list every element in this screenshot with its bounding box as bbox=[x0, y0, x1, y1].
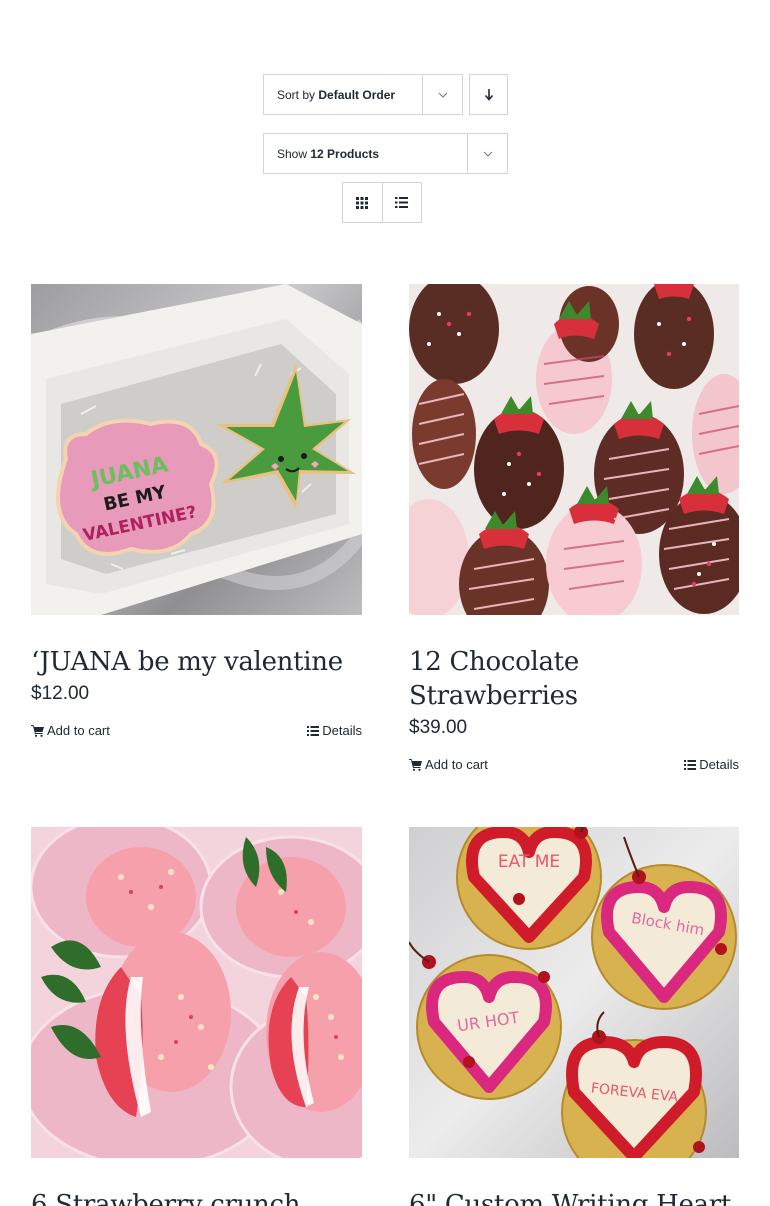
chevron-down-icon bbox=[467, 134, 507, 173]
product-card: 6 Strawberry crunch bbox=[31, 827, 362, 1206]
sort-direction-button[interactable] bbox=[469, 74, 508, 115]
svg-text:EAT ME: EAT ME bbox=[498, 852, 560, 872]
product-image[interactable]: EAT ME Block him UR HOT FOREVA EVA bbox=[409, 827, 739, 1158]
product-title[interactable]: 6 Strawberry crunch bbox=[31, 1188, 362, 1206]
add-to-cart-button[interactable]: Add to cart bbox=[31, 723, 110, 738]
product-price: $12.00 bbox=[31, 683, 90, 704]
show-products-text: Show 12 Products bbox=[277, 146, 380, 161]
list-icon bbox=[395, 197, 409, 208]
product-card: JUANA BE MY VALENTINE? ‘JUANA be my vale… bbox=[31, 284, 362, 738]
view-toggle bbox=[342, 182, 422, 223]
product-price: $39.00 bbox=[409, 717, 468, 738]
product-card: EAT ME Block him UR HOT FOREVA EVA 6" Cu… bbox=[409, 827, 739, 1206]
sort-by-text: Sort by Default Order bbox=[277, 87, 396, 102]
product-actions: Add to cart Details bbox=[31, 723, 362, 738]
product-title[interactable]: ‘JUANA be my valentine bbox=[31, 645, 362, 679]
product-image[interactable] bbox=[409, 284, 739, 615]
add-to-cart-button[interactable]: Add to cart bbox=[409, 757, 488, 772]
valentine-cookie: JUANA BE MY VALENTINE? bbox=[56, 418, 219, 556]
arrow-down-icon bbox=[484, 89, 493, 101]
product-image[interactable]: JUANA BE MY VALENTINE? bbox=[31, 284, 362, 615]
list-icon bbox=[684, 759, 697, 770]
grid-icon bbox=[356, 196, 369, 209]
cart-icon bbox=[31, 724, 44, 737]
show-products-dropdown[interactable]: Show 12 Products bbox=[263, 133, 508, 174]
chevron-down-icon bbox=[422, 75, 462, 114]
product-image[interactable] bbox=[31, 827, 362, 1158]
product-title[interactable]: 6" Custom Writing Heart bbox=[409, 1188, 739, 1206]
grid-view-button[interactable] bbox=[343, 183, 382, 222]
product-title[interactable]: 12 Chocolate Strawberries bbox=[409, 645, 739, 713]
list-view-button[interactable] bbox=[381, 183, 422, 222]
details-button[interactable]: Details bbox=[684, 757, 739, 772]
sort-by-dropdown[interactable]: Sort by Default Order bbox=[263, 74, 463, 115]
product-card: 12 Chocolate Strawberries $39.00 Add to … bbox=[409, 284, 739, 772]
details-button[interactable]: Details bbox=[307, 723, 362, 738]
list-icon bbox=[307, 725, 320, 736]
cart-icon bbox=[409, 758, 422, 771]
product-actions: Add to cart Details bbox=[409, 757, 739, 772]
